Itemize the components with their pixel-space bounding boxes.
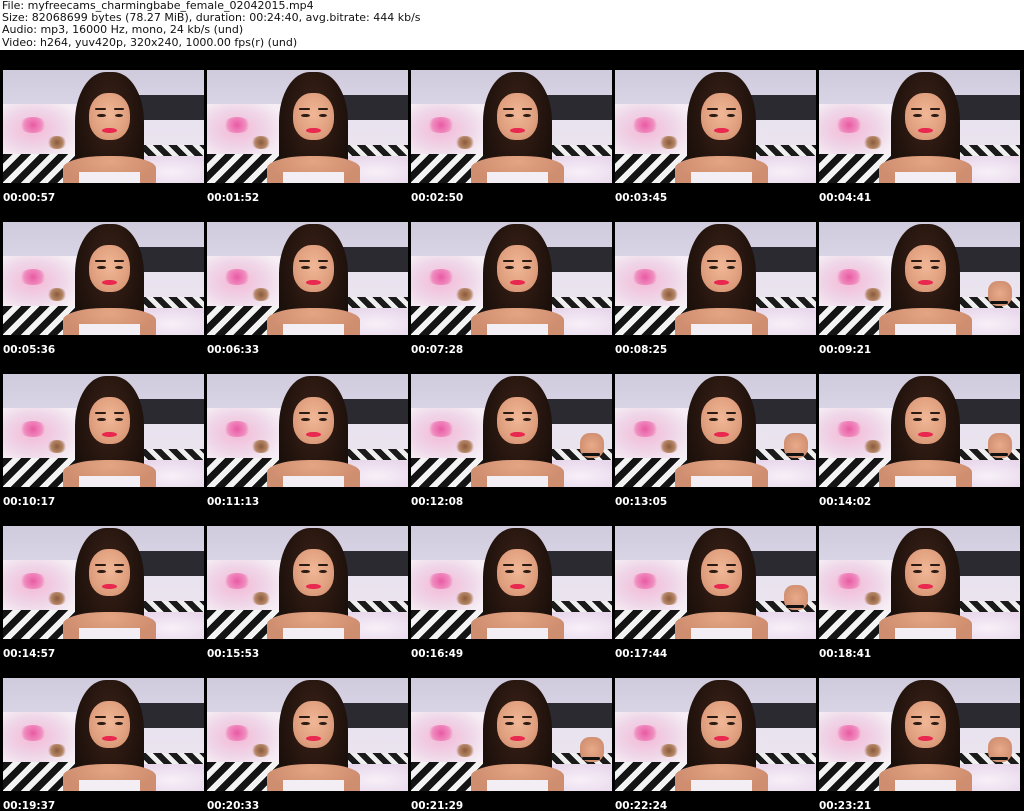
frame-timestamp: 00:17:44 [615, 648, 668, 660]
frame-timestamp: 00:15:53 [207, 648, 260, 660]
thumbnail-grid: 00:00:57 00:01:52 00:02:50 00:03:45 00:04:41… [0, 50, 1024, 811]
frame-timestamp: 00:22:24 [615, 800, 668, 811]
frame-timestamp: 00:20:33 [207, 800, 260, 811]
video-frame-thumbnail [207, 70, 408, 183]
frame-timestamp: 00:08:25 [615, 344, 668, 356]
frame-timestamp: 00:14:57 [3, 648, 56, 660]
frame-timestamp: 00:03:45 [615, 192, 668, 204]
frame-timestamp: 00:06:33 [207, 344, 260, 356]
video-frame-thumbnail [207, 526, 408, 639]
frame-timestamp: 00:21:29 [411, 800, 464, 811]
video-frame-thumbnail [3, 70, 204, 183]
frame-timestamp: 00:23:21 [819, 800, 872, 811]
frame-timestamp: 00:19:37 [3, 800, 56, 811]
frame-timestamp: 00:11:13 [207, 496, 260, 508]
frame-timestamp: 00:10:17 [3, 496, 56, 508]
video-frame-thumbnail [615, 678, 816, 791]
video-frame-thumbnail [819, 374, 1020, 487]
frame-timestamp: 00:12:08 [411, 496, 464, 508]
frame-timestamp: 00:04:41 [819, 192, 872, 204]
frame-timestamp: 00:07:28 [411, 344, 464, 356]
frame-timestamp: 00:02:50 [411, 192, 464, 204]
video-frame-thumbnail [819, 222, 1020, 335]
file-info-header: File: myfreecams_charmingbabe_female_020… [2, 0, 1022, 50]
audio-info-line: Audio: mp3, 16000 Hz, mono, 24 kb/s (und… [2, 23, 244, 37]
video-frame-thumbnail [819, 70, 1020, 183]
frame-timestamp: 00:18:41 [819, 648, 872, 660]
video-frame-thumbnail [3, 526, 204, 639]
video-frame-thumbnail [615, 374, 816, 487]
video-frame-thumbnail [3, 678, 204, 791]
video-frame-thumbnail [411, 222, 612, 335]
video-frame-thumbnail [615, 70, 816, 183]
video-frame-thumbnail [3, 222, 204, 335]
video-frame-thumbnail [3, 374, 204, 487]
frame-timestamp: 00:00:57 [3, 192, 56, 204]
video-frame-thumbnail [819, 526, 1020, 639]
frame-timestamp: 00:01:52 [207, 192, 260, 204]
video-frame-thumbnail [207, 374, 408, 487]
video-info-line: Video: h264, yuv420p, 320x240, 1000.00 f… [2, 35, 298, 49]
video-frame-thumbnail [411, 678, 612, 791]
video-frame-thumbnail [615, 222, 816, 335]
video-frame-thumbnail [411, 70, 612, 183]
video-frame-thumbnail [411, 374, 612, 487]
video-frame-thumbnail [207, 222, 408, 335]
video-frame-thumbnail [819, 678, 1020, 791]
video-frame-thumbnail [615, 526, 816, 639]
frame-timestamp: 00:14:02 [819, 496, 872, 508]
frame-timestamp: 00:13:05 [615, 496, 668, 508]
video-frame-thumbnail [207, 678, 408, 791]
video-frame-thumbnail [411, 526, 612, 639]
frame-timestamp: 00:05:36 [3, 344, 56, 356]
frame-timestamp: 00:16:49 [411, 648, 464, 660]
frame-timestamp: 00:09:21 [819, 344, 872, 356]
